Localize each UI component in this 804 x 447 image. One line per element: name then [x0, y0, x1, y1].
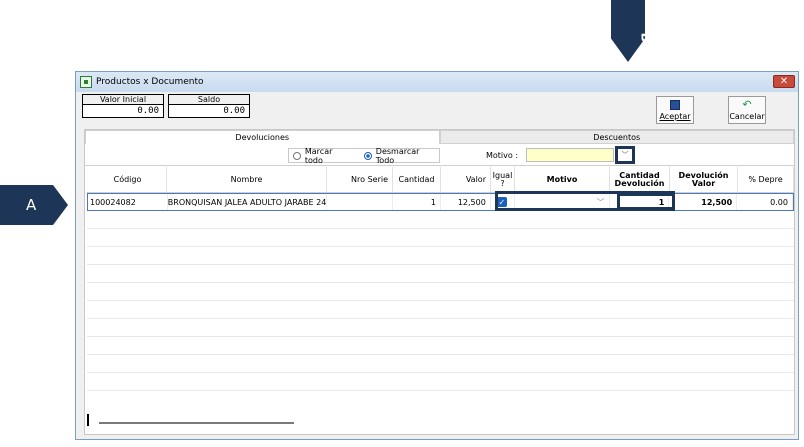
- title-bar: Productos x Documento ✕: [76, 72, 798, 92]
- close-button[interactable]: ✕: [773, 75, 795, 88]
- valor-inicial-box: Valor Inicial 0.00: [82, 94, 164, 118]
- tab-devoluciones[interactable]: Devoluciones: [85, 130, 440, 144]
- horizontal-scrollbar[interactable]: [87, 414, 794, 432]
- cell-igual[interactable]: ✓: [491, 194, 515, 210]
- content-panel: Devoluciones Descuentos Marcar todo Desm…: [84, 129, 795, 435]
- header-pct-depre[interactable]: % Depre: [738, 167, 794, 192]
- motivo-label: Motivo :: [486, 151, 519, 160]
- undo-icon: ↶: [742, 98, 752, 111]
- header-devolucion-valor[interactable]: Devolución Valor: [670, 167, 738, 192]
- callout-a: A: [0, 185, 68, 225]
- header-codigo[interactable]: Código: [87, 167, 167, 192]
- app-icon: [80, 76, 92, 88]
- motivo-input[interactable]: [526, 148, 614, 162]
- valor-inicial-label: Valor Inicial: [82, 94, 164, 104]
- cell-pct-depre[interactable]: 0.00: [737, 194, 793, 210]
- header-nro-serie[interactable]: Nro Serie: [327, 167, 393, 192]
- products-grid: Código Nombre Nro Serie Cantidad Valor I…: [87, 167, 794, 407]
- empty-row: [87, 211, 794, 229]
- saldo-box: Saldo 0.00: [168, 94, 250, 118]
- cell-motivo[interactable]: ﹀: [515, 194, 610, 210]
- empty-row: [87, 247, 794, 265]
- cell-devolucion-valor: 12,500: [669, 194, 738, 210]
- grid-header: Código Nombre Nro Serie Cantidad Valor I…: [87, 167, 794, 193]
- header-cantidad-devolucion[interactable]: Cantidad Devolución: [610, 167, 670, 192]
- table-row[interactable]: 100024082 BRONQUISAN JALEA ADULTO JARABE…: [87, 193, 794, 211]
- cancel-button[interactable]: ↶ Cancelar: [728, 96, 766, 124]
- empty-row: [87, 373, 794, 391]
- empty-row: [87, 355, 794, 373]
- options-bar: Marcar todo Desmarcar Todo Motivo : ﹀: [85, 144, 794, 166]
- cell-cantidad: 1: [393, 194, 441, 210]
- cell-cantidad-devolucion[interactable]: 1: [610, 194, 670, 210]
- empty-row: [87, 265, 794, 283]
- cell-nro-serie[interactable]: [327, 194, 394, 210]
- scroll-start-marker: [87, 414, 89, 426]
- productos-window: Productos x Documento ✕ Valor Inicial 0.…: [75, 71, 799, 440]
- empty-row: [87, 229, 794, 247]
- close-icon: ✕: [779, 76, 789, 87]
- saldo-value: 0.00: [168, 104, 250, 118]
- saldo-label: Saldo: [168, 94, 250, 104]
- cell-codigo: 100024082: [88, 194, 168, 210]
- callout-b: B: [611, 0, 645, 62]
- cell-valor: 12,500: [441, 194, 491, 210]
- cell-nombre: BRONQUISAN JALEA ADULTO JARABE 240 M: [168, 194, 328, 210]
- empty-row: [87, 337, 794, 355]
- empty-row: [87, 391, 794, 407]
- accept-label: Aceptar: [659, 112, 691, 121]
- header-cantidad[interactable]: Cantidad: [393, 167, 441, 192]
- marcar-todo-radio[interactable]: [293, 151, 301, 160]
- header-motivo[interactable]: Motivo: [515, 167, 610, 192]
- motivo-dropdown-button[interactable]: ﹀: [615, 146, 635, 164]
- tab-descuentos[interactable]: Descuentos: [439, 130, 794, 144]
- accept-button[interactable]: Aceptar: [656, 96, 694, 124]
- desmarcar-todo-radio[interactable]: [363, 151, 372, 160]
- scroll-thumb[interactable]: [99, 422, 294, 424]
- window-title: Productos x Documento: [96, 77, 204, 87]
- desmarcar-todo-label: Desmarcar Todo: [375, 146, 420, 165]
- chevron-down-icon[interactable]: ﹀: [597, 197, 605, 208]
- valor-inicial-value: 0.00: [82, 104, 164, 118]
- empty-row: [87, 283, 794, 301]
- header-igual[interactable]: Igual ?: [491, 167, 515, 192]
- chevron-down-icon: ﹀: [621, 151, 629, 159]
- marcar-todo-label: Marcar todo: [304, 146, 333, 165]
- select-all-group: Marcar todo Desmarcar Todo: [288, 146, 440, 165]
- empty-row: [87, 319, 794, 337]
- empty-row: [87, 301, 794, 319]
- header-nombre[interactable]: Nombre: [167, 167, 327, 192]
- tab-strip: Devoluciones Descuentos: [85, 130, 794, 144]
- header-valor[interactable]: Valor: [441, 167, 491, 192]
- igual-checkbox[interactable]: ✓: [496, 197, 507, 207]
- save-icon: [670, 100, 680, 110]
- cancel-label: Cancelar: [729, 112, 765, 121]
- summary-panel: Valor Inicial 0.00 Saldo 0.00: [82, 94, 250, 118]
